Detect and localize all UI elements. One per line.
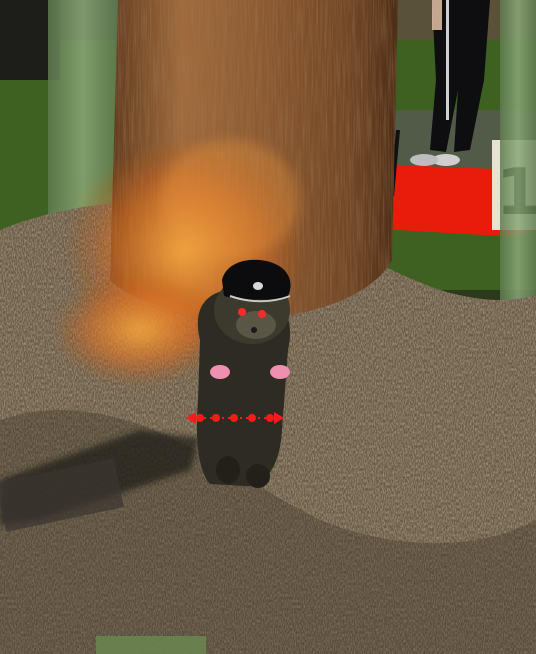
3d-scene[interactable]: 1 — [0, 0, 536, 654]
game-viewport[interactable]: 1 — [0, 0, 536, 654]
foreground-object — [96, 636, 206, 654]
right-paw — [270, 365, 290, 379]
green-pillar-right — [500, 0, 536, 300]
left-paw — [210, 365, 230, 379]
